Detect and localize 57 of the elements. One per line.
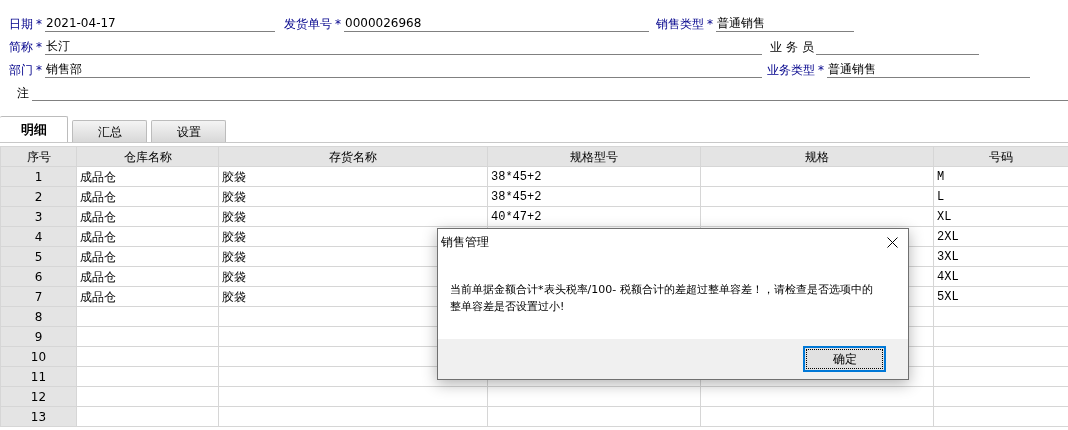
row-number: 8 [0,306,77,327]
row-number: 12 [0,386,77,407]
close-icon[interactable] [887,236,898,248]
required-mark: * [35,16,43,32]
table-cell: 胶袋 [218,206,488,227]
field-label: 业 务 员 [769,39,814,55]
row-number: 6 [0,266,77,287]
row-number: 10 [0,346,77,367]
field-label: 发货单号 [283,16,332,32]
table-cell: 成品仓 [76,226,219,247]
input-field[interactable]: 0000026968 [344,15,649,32]
row-number: 9 [0,326,77,347]
column-header: 序号 [0,146,77,167]
table-cell: 成品仓 [76,266,219,287]
tab[interactable]: 明细 [0,116,68,142]
table-cell: 成品仓 [76,286,219,307]
table-cell: 38*45+2 [487,166,701,187]
row-number: 13 [0,406,77,427]
required-mark: * [35,62,43,78]
field-label: 简称 [8,39,33,55]
row-number: 7 [0,286,77,307]
table-cell: 38*45+2 [487,186,701,207]
row-number: 4 [0,226,77,247]
required-mark: * [706,16,714,32]
input-field[interactable]: 长汀 [45,38,762,55]
table-cell: 成品仓 [76,206,219,227]
table-cell: 成品仓 [76,186,219,207]
row-number: 5 [0,246,77,267]
table-cell: 40*47+2 [487,206,701,227]
column-header: 规格 [700,146,934,167]
tab[interactable]: 汇总 [72,120,147,142]
input-field[interactable]: 普通销售 [827,61,1030,78]
table-cell: 成品仓 [76,166,219,187]
required-mark: * [334,16,342,32]
table-cell: 成品仓 [76,246,219,267]
field-label: 销售类型 [655,16,704,32]
ok-button[interactable]: 确定 [803,346,886,372]
column-header: 仓库名称 [76,146,219,167]
required-mark: * [817,62,825,78]
column-header: 规格型号 [487,146,701,167]
tab[interactable]: 设置 [151,120,226,142]
column-header: 号码 [933,146,1068,167]
row-number: 1 [0,166,77,187]
input-field[interactable]: 普通销售 [716,15,854,32]
row-number: 2 [0,186,77,207]
table-cell: 胶袋 [218,166,488,187]
input-field[interactable]: 2021-04-17 [45,15,275,32]
field-label: 业务类型 [766,62,815,78]
row-number: 3 [0,206,77,227]
required-mark: * [35,39,43,55]
column-header: 存货名称 [218,146,488,167]
row-number: 11 [0,366,77,387]
input-field[interactable]: 销售部 [45,61,762,78]
field-label: 日期 [8,16,33,32]
field-label: 注 [16,85,29,101]
field-label: 部门 [8,62,33,78]
table-cell: 胶袋 [218,186,488,207]
